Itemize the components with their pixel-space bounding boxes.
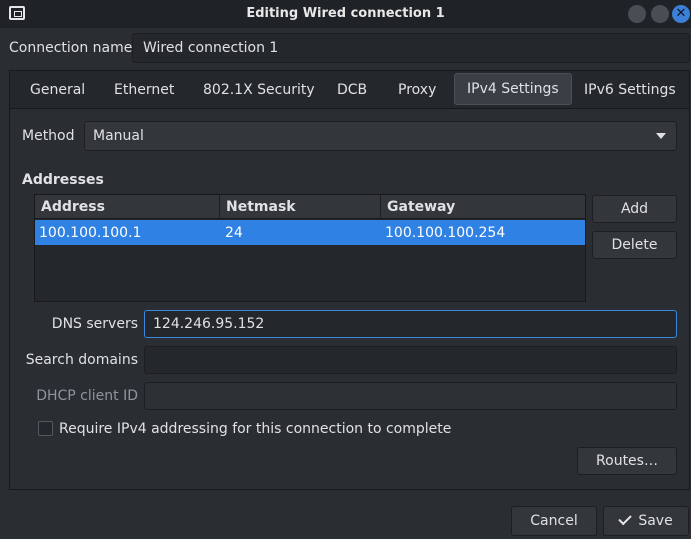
require-ipv4-checkbox[interactable] (38, 421, 53, 436)
routes-button[interactable]: Routes… (577, 447, 677, 475)
close-button[interactable]: ✕ (672, 5, 690, 23)
dns-servers-input[interactable]: 124.246.95.152 (144, 310, 677, 338)
tab-proxy[interactable]: Proxy (386, 73, 448, 107)
window-title: Editing Wired connection 1 (246, 6, 445, 21)
dropdown-arrow-icon (656, 133, 666, 139)
column-header-netmask[interactable]: Netmask (219, 195, 380, 219)
delete-button[interactable]: Delete (592, 231, 677, 259)
tab-ipv6-settings[interactable]: IPv6 Settings (572, 73, 688, 107)
cancel-button[interactable]: Cancel (511, 506, 597, 536)
method-value: Manual (93, 128, 144, 144)
save-button-label: Save (638, 513, 673, 529)
search-domains-label: Search domains (25, 352, 138, 368)
column-header-address[interactable]: Address (35, 195, 219, 219)
connection-name-label: Connection name (9, 40, 133, 56)
close-icon: ✕ (675, 6, 687, 21)
cell-address[interactable]: 100.100.100.1 (39, 221, 141, 245)
cell-gateway[interactable]: 100.100.100.254 (385, 221, 505, 245)
tab-ipv4-settings[interactable]: IPv4 Settings (454, 73, 572, 105)
maximize-button[interactable] (651, 5, 669, 23)
search-domains-input[interactable] (144, 346, 677, 374)
dhcp-client-id-input (144, 382, 677, 410)
dhcp-client-id-label: DHCP client ID (36, 388, 138, 404)
minimize-button[interactable] (628, 5, 646, 23)
tab-8021x-security[interactable]: 802.1X Security (191, 73, 327, 107)
tab-general[interactable]: General (18, 73, 97, 107)
method-label: Method (22, 128, 75, 144)
tab-ethernet[interactable]: Ethernet (102, 73, 186, 107)
addresses-heading: Addresses (22, 172, 104, 188)
column-header-gateway[interactable]: Gateway (380, 195, 585, 219)
cell-netmask[interactable]: 24 (225, 221, 243, 245)
tab-dcb[interactable]: DCB (325, 73, 379, 107)
save-button[interactable]: Save (603, 506, 689, 536)
require-ipv4-label[interactable]: Require IPv4 addressing for this connect… (59, 419, 451, 439)
method-select[interactable]: Manual (84, 121, 677, 151)
connection-name-input[interactable]: Wired connection 1 (132, 33, 690, 63)
add-button[interactable]: Add (592, 195, 677, 223)
dns-servers-label: DNS servers (51, 316, 138, 332)
checkmark-icon (618, 511, 633, 526)
